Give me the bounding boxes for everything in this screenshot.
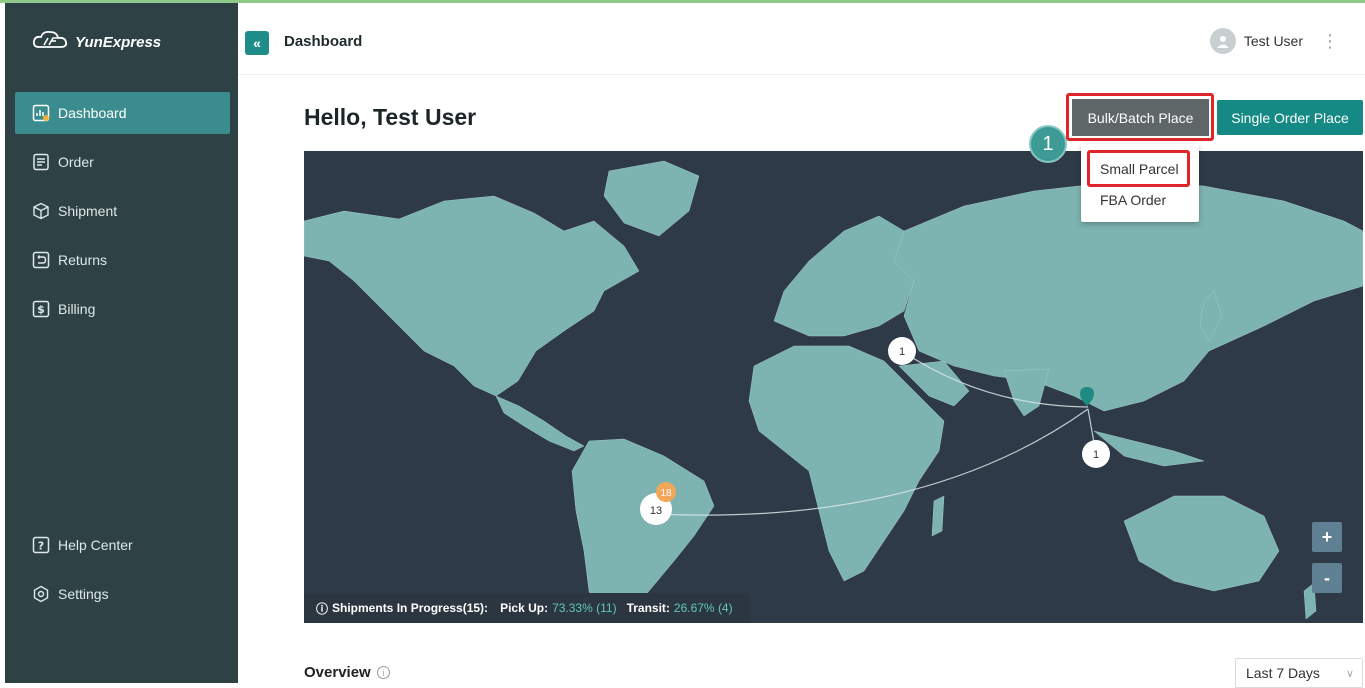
landmass-india xyxy=(1003,368,1050,417)
info-icon[interactable]: i xyxy=(376,666,390,679)
chevron-down-icon: ∨ xyxy=(1345,667,1354,680)
brand-name: YunExpress xyxy=(75,34,162,51)
landmass-indonesia xyxy=(1093,430,1205,467)
period-select[interactable]: Last 7 Days ∨ xyxy=(1235,658,1363,688)
landmass-europe xyxy=(773,215,915,337)
settings-icon xyxy=(32,585,50,603)
transit-value: 26.67% (4) xyxy=(673,601,733,615)
double-chevron-left-icon: « xyxy=(253,35,261,51)
shipments-stats-bar: ⓘ Shipments In Progress(15): Pick Up: 73… xyxy=(304,593,750,623)
landmass-greenland xyxy=(603,160,700,237)
returns-icon xyxy=(32,251,50,269)
user-name: Test User xyxy=(1243,33,1303,49)
brand-logo[interactable]: YunExpress xyxy=(31,29,161,56)
dollar-icon: $ xyxy=(32,300,50,318)
sidebar-item-billing[interactable]: $ Billing xyxy=(15,288,230,330)
sidebar-item-label: Shipment xyxy=(58,203,118,219)
shipment-world-map[interactable]: 1 1 13 18 + - xyxy=(304,151,1363,623)
map-marker-brazil: 13 xyxy=(650,505,662,517)
box-icon xyxy=(32,202,50,220)
header-divider xyxy=(238,74,1365,75)
overview-title: Overview xyxy=(304,664,371,681)
landmass-madagascar xyxy=(931,495,945,537)
svg-text:$: $ xyxy=(37,303,45,316)
svg-text:?: ? xyxy=(38,540,44,553)
cloud-logo-icon xyxy=(31,29,71,56)
sidebar: YunExpress Dashboard Order Shipment Retu… xyxy=(5,3,238,683)
landmass-north-america xyxy=(304,195,640,397)
transit-label: Transit: xyxy=(626,601,670,615)
world-map-svg: 1 1 13 18 xyxy=(304,160,1363,623)
zoom-out-button[interactable]: - xyxy=(1312,563,1342,593)
sidebar-item-returns[interactable]: Returns xyxy=(15,239,230,281)
highlight-box-small-parcel xyxy=(1087,150,1190,187)
sidebar-item-label: Billing xyxy=(58,301,96,317)
highlight-box-bulk xyxy=(1066,93,1214,141)
period-value: Last 7 Days xyxy=(1246,665,1320,681)
collapse-sidebar-button[interactable]: « xyxy=(245,31,269,55)
avatar xyxy=(1209,28,1236,54)
sidebar-item-label: Settings xyxy=(58,586,109,602)
map-marker-southeast-asia: 1 xyxy=(1093,449,1099,461)
more-vertical-icon[interactable]: ⋮ xyxy=(1321,31,1339,52)
map-marker-middle-east: 1 xyxy=(899,346,905,358)
sidebar-item-settings[interactable]: Settings xyxy=(15,573,230,615)
app-frame: YunExpress Dashboard Order Shipment Retu… xyxy=(0,0,1365,688)
step-number-badge: 1 xyxy=(1029,125,1067,163)
zoom-in-button[interactable]: + xyxy=(1312,522,1342,552)
pickup-label: Pick Up: xyxy=(500,601,549,615)
info-icon: ⓘ xyxy=(316,601,329,616)
sidebar-item-shipment[interactable]: Shipment xyxy=(15,190,230,232)
overview-heading: Overview i xyxy=(304,664,390,681)
help-icon: ? xyxy=(32,536,50,554)
sidebar-item-dashboard[interactable]: Dashboard xyxy=(15,92,230,134)
sidebar-item-label: Help Center xyxy=(58,537,133,553)
sidebar-item-label: Order xyxy=(58,154,94,170)
sidebar-item-label: Returns xyxy=(58,252,108,268)
user-menu[interactable]: Test User ⋮ xyxy=(1209,28,1339,54)
sidebar-item-order[interactable]: Order xyxy=(15,141,230,183)
sidebar-item-label: Dashboard xyxy=(58,105,127,121)
breadcrumb: Dashboard xyxy=(284,33,363,50)
order-icon xyxy=(32,153,50,171)
dashboard-icon xyxy=(32,104,50,122)
sidebar-item-help-center[interactable]: ? Help Center xyxy=(15,524,230,566)
map-marker-brazil-badge: 18 xyxy=(660,488,672,499)
pickup-value: 73.33% (11) xyxy=(552,601,617,615)
landmass-central-america xyxy=(495,395,585,452)
single-order-place-button[interactable]: Single Order Place xyxy=(1217,100,1363,135)
dropdown-item-fba-order[interactable]: FBA Order xyxy=(1100,192,1166,208)
page-title: Hello, Test User xyxy=(304,104,477,130)
landmass-australia xyxy=(1123,495,1280,592)
stats-title: Shipments In Progress(15): xyxy=(332,601,489,615)
